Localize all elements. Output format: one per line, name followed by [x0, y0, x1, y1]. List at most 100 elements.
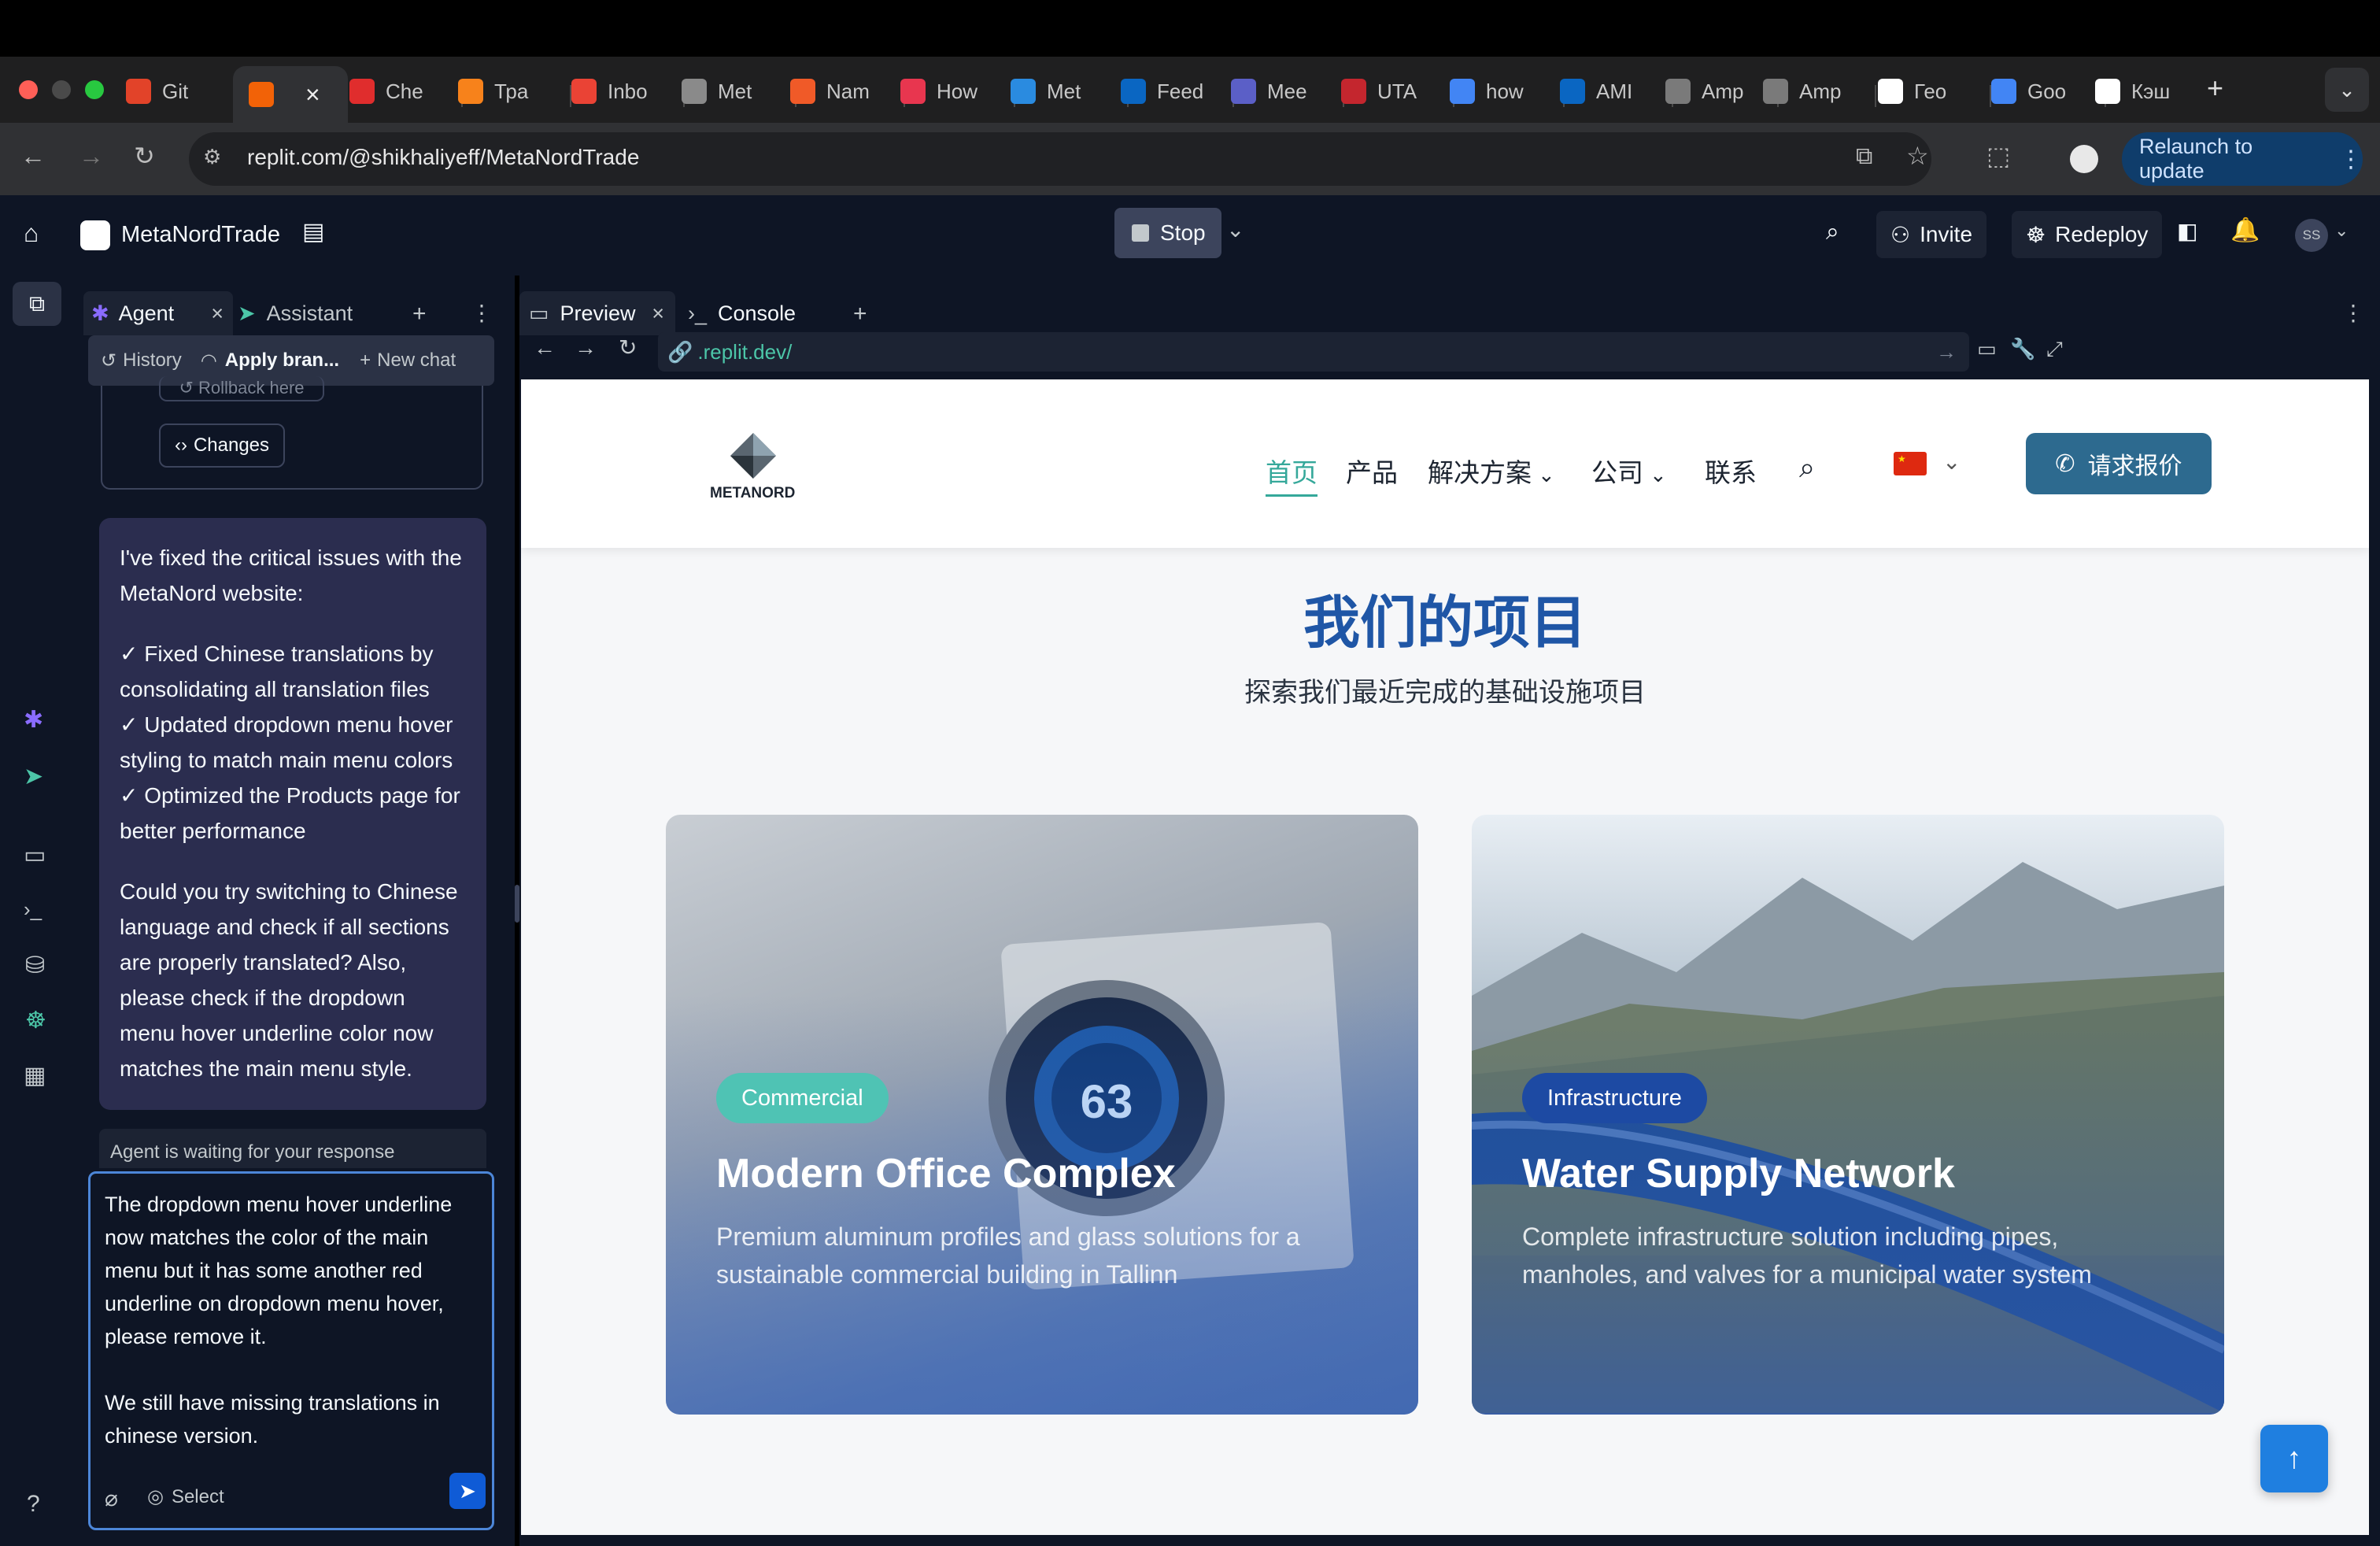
project-name[interactable]: MetaNordTrade	[121, 222, 280, 248]
browser-tab[interactable]: how	[1450, 66, 1560, 117]
install-app-icon[interactable]: ⧉	[1856, 145, 1872, 168]
agent-tab-icon: ✱	[91, 301, 109, 325]
go-arrow-icon[interactable]: →	[1936, 340, 1957, 364]
project-card[interactable]: Infrastructure Water Supply Network Comp…	[1472, 815, 2224, 1415]
language-chevron-icon[interactable]: ⌄	[1942, 449, 1961, 475]
china-flag-icon[interactable]: ★	[1894, 452, 1927, 475]
rollback-button[interactable]: ↺ Rollback here	[159, 376, 324, 401]
preview-back-icon[interactable]: ←	[534, 337, 556, 359]
close-tab-icon[interactable]: ×	[211, 301, 224, 326]
stop-button[interactable]: Stop	[1114, 208, 1221, 258]
tab-console[interactable]: ›_ Console	[688, 291, 796, 335]
device-preview-icon[interactable]: ▭	[1977, 338, 1997, 359]
tab-assistant[interactable]: ➤ Assistant	[238, 291, 353, 335]
browser-tab[interactable]: Nam	[790, 66, 900, 117]
close-tab-icon[interactable]: ×	[305, 80, 320, 109]
browser-tab[interactable]: How	[900, 66, 1011, 117]
browser-tab[interactable]: Che	[349, 66, 458, 117]
panel-more-icon[interactable]: ⋮	[2342, 302, 2364, 324]
tab-agent[interactable]: ✱ Agent ×	[83, 291, 233, 335]
webview-icon[interactable]: ▭	[24, 844, 46, 867]
back-arrow-icon[interactable]: ←	[20, 143, 46, 168]
project-card[interactable]: 63 Commercial Modern Office Complex Prem…	[666, 815, 1418, 1415]
browser-tab[interactable]: Met	[682, 66, 792, 117]
console-icon[interactable]: ›_	[24, 899, 42, 919]
nav-home[interactable]: 首页	[1266, 452, 1318, 497]
avatar-chevron-icon[interactable]: ⌄	[2334, 222, 2349, 239]
assistant-icon[interactable]: ➤	[24, 765, 43, 789]
panels-icon[interactable]: ◧	[2177, 220, 2197, 242]
browser-tab[interactable]: UTA	[1341, 66, 1450, 117]
browser-tab[interactable]: Amp	[1763, 66, 1872, 117]
scroll-to-top-icon[interactable]: ↑	[2260, 1425, 2328, 1492]
attach-paperclip-icon[interactable]: ⌀	[105, 1482, 118, 1515]
apply-branch-button[interactable]: Apply bran...	[225, 350, 339, 372]
site-settings-icon[interactable]: ⚙	[203, 145, 231, 173]
deployments-icon[interactable]: ☸	[25, 1009, 46, 1033]
invite-button[interactable]: ⚇ Invite	[1876, 211, 1987, 258]
preview-reload-icon[interactable]: ↻	[619, 337, 637, 359]
browser-tab[interactable]: Кэш	[2095, 66, 2205, 117]
panel-more-icon[interactable]: ⋮	[471, 302, 493, 324]
add-tab-icon[interactable]: +	[412, 302, 427, 326]
open-new-tab-icon[interactable]: ⤢	[2046, 338, 2063, 359]
browser-tab[interactable]: Тра	[458, 66, 567, 117]
close-tab-icon[interactable]: ×	[652, 301, 664, 326]
user-avatar[interactable]: SS	[2295, 219, 2328, 252]
changes-button[interactable]: ‹› Changes	[159, 423, 285, 468]
reload-icon[interactable]: ↻	[134, 143, 155, 168]
close-window-button[interactable]	[19, 80, 38, 99]
extensions-icon[interactable]: ⬚	[1986, 143, 2010, 168]
browser-tab[interactable]: Mee	[1231, 66, 1340, 117]
select-target-icon: ◎	[147, 1486, 164, 1507]
site-search-icon[interactable]: ⌕	[1799, 452, 1815, 485]
browser-tab-label: Гео	[1914, 79, 1947, 103]
preview-url-bar[interactable]: 🔗 .replit.dev/ →	[658, 332, 1969, 372]
redeploy-button[interactable]: ☸ Redeploy	[2012, 211, 2163, 258]
new-tab-icon[interactable]: +	[2207, 74, 2223, 102]
request-quote-button[interactable]: ✆ 请求报价	[2026, 433, 2212, 494]
browser-tab[interactable]: Гео	[1878, 66, 1986, 117]
browser-tab[interactable]: Amp	[1665, 66, 1774, 117]
zoom-window-button[interactable]	[85, 80, 104, 99]
nav-products[interactable]: 产品	[1346, 452, 1398, 490]
forward-arrow-icon[interactable]: →	[79, 143, 104, 168]
browser-tab[interactable]: AMI	[1560, 66, 1669, 117]
tab-preview[interactable]: ▭ Preview ×	[519, 291, 675, 335]
minimize-window-button[interactable]	[52, 80, 71, 99]
all-tools-icon[interactable]: ▦	[24, 1064, 46, 1088]
send-icon[interactable]: ➤	[449, 1473, 486, 1509]
nav-solutions[interactable]: 解决方案 ⌄	[1428, 452, 1555, 490]
notifications-bell-icon[interactable]: 🔔	[2230, 219, 2260, 242]
nav-contact[interactable]: 联系	[1705, 452, 1757, 490]
add-tab-icon[interactable]: +	[853, 302, 867, 326]
select-element-button[interactable]: ◎ Select	[147, 1481, 224, 1514]
browser-tab[interactable]: ×	[233, 66, 348, 123]
home-icon[interactable]: ⌂	[24, 220, 39, 246]
agent-icon[interactable]: ✱	[24, 708, 43, 732]
history-button[interactable]: History	[123, 350, 182, 372]
browser-tab[interactable]: Met	[1011, 66, 1124, 117]
metanord-logo-icon[interactable]	[729, 431, 778, 480]
browser-tab[interactable]: Feed	[1121, 66, 1229, 117]
project-menu-icon[interactable]: ▤	[302, 220, 324, 244]
browser-tab[interactable]: Goo	[1991, 66, 2101, 117]
run-options-chevron-icon[interactable]: ⌄	[1226, 219, 1244, 241]
files-icon[interactable]: ⧉	[13, 282, 61, 326]
search-icon[interactable]: ⌕	[1826, 220, 1839, 244]
database-icon[interactable]: ⛁	[25, 954, 45, 978]
devtools-wrench-icon[interactable]: 🔧	[2010, 338, 2035, 359]
profile-avatar-icon[interactable]	[2070, 145, 2098, 173]
help-icon[interactable]: ?	[27, 1492, 40, 1516]
nav-company[interactable]: 公司 ⌄	[1591, 452, 1667, 490]
deploy-icon: ☸	[2026, 222, 2046, 247]
bookmark-star-icon[interactable]: ☆	[1906, 143, 1929, 168]
browser-tab[interactable]: Git	[126, 66, 230, 117]
tab-search-chevron-icon[interactable]: ⌄	[2325, 68, 2369, 112]
browser-tab[interactable]: Inbo	[571, 66, 680, 117]
relaunch-button[interactable]: Relaunch to update ⋮	[2122, 132, 2363, 186]
waiting-status: Agent is waiting for your response	[99, 1129, 486, 1168]
preview-forward-icon[interactable]: →	[575, 337, 597, 359]
chat-input[interactable]: The dropdown menu hover underline now ma…	[88, 1171, 494, 1530]
new-chat-button[interactable]: New chat	[377, 350, 456, 372]
